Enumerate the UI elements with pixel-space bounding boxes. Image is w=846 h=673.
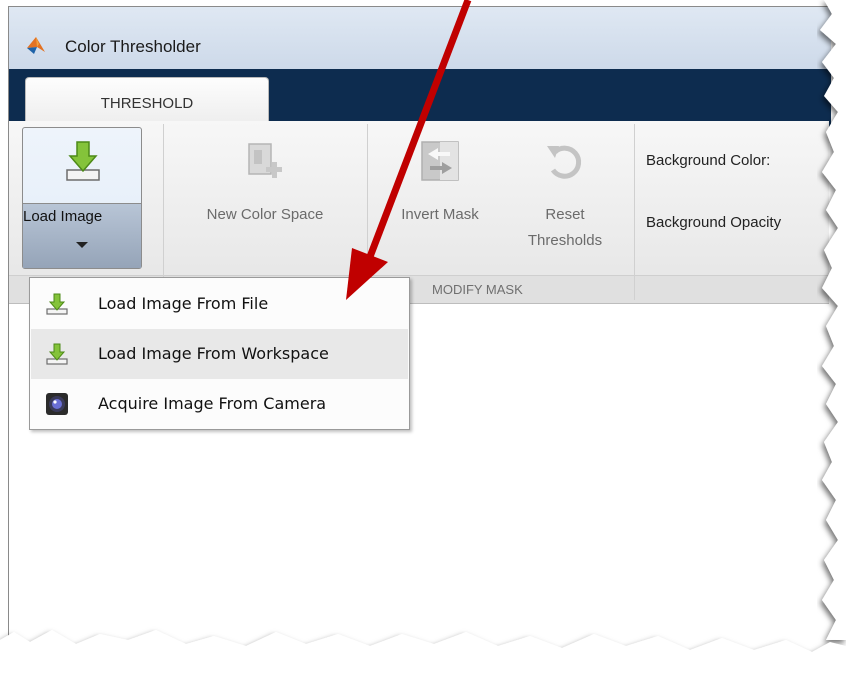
annotation-arrow-icon <box>346 0 472 300</box>
torn-edge-overlay <box>0 0 846 673</box>
